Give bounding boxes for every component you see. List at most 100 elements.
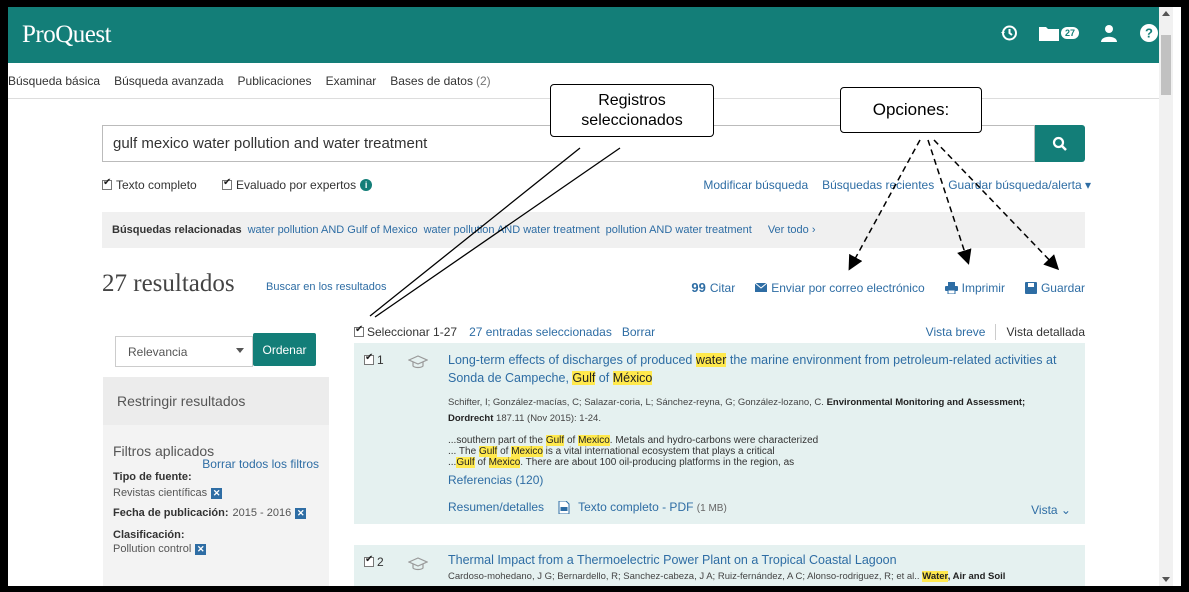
authors-text: Schifter, I; González-macías, C; Salazar… [448, 397, 827, 408]
sort-select[interactable]: Relevancia [115, 336, 253, 367]
snippet-highlight: Mexico [488, 457, 521, 468]
result-authors: Cardoso-mohedano, J G; Bernardello, R; S… [448, 569, 1068, 585]
nav-browse[interactable]: Examinar [326, 74, 377, 88]
search-query: gulf mexico water pollution and water tr… [113, 135, 428, 152]
snippet-highlight: Mexico [511, 446, 543, 457]
full-text-checkbox[interactable] [102, 177, 112, 190]
results-list-header: Seleccionar 1-27 27 entradas seleccionad… [354, 321, 1085, 343]
clear-selection-link[interactable]: Borrar [622, 325, 655, 339]
abstract-details-link[interactable]: Resumen/detalles [448, 500, 544, 514]
applied-filters-panel: Filtros aplicados Borrar todos los filtr… [103, 425, 329, 586]
title-part: of [595, 371, 613, 385]
cite-label: Citar [709, 280, 736, 295]
snippet-highlight: Mexico [578, 435, 610, 446]
see-all-link[interactable]: Ver todo › [768, 224, 816, 236]
related-search-2[interactable]: water pollution AND water treatment [424, 224, 600, 236]
pub-date-value: 2015 - 2016 [232, 507, 292, 519]
result-title-link[interactable]: Thermal Impact from a Thermoelectric Pow… [448, 551, 1068, 569]
select-all[interactable]: Seleccionar 1-27 [354, 324, 457, 339]
search-options-links: Modificar búsqueda Búsquedas recientes G… [703, 178, 1091, 192]
nav-basic-search[interactable]: Búsqueda básica [8, 74, 100, 88]
cite-button[interactable]: 99 Citar [691, 280, 735, 295]
brief-view-link[interactable]: Vista breve [926, 325, 986, 339]
print-label: Imprimir [961, 280, 1005, 295]
result-links: Resumen/detalles Texto completo - PDF (1… [448, 500, 727, 514]
selected-entries-link[interactable]: 27 entradas seleccionadas [469, 325, 612, 339]
result-item: 2 Thermal Impact from a Thermoelectric P… [354, 545, 1085, 586]
nav-databases-count: (2) [475, 73, 491, 88]
narrow-results-heading[interactable]: Restringir resultados [103, 377, 329, 425]
related-search-1[interactable]: water pollution AND Gulf of Mexico [248, 224, 418, 236]
info-icon[interactable]: i [360, 179, 373, 191]
view-divider [995, 324, 997, 340]
search-icon [1052, 136, 1067, 151]
search-button[interactable] [1035, 125, 1085, 162]
view-dropdown[interactable]: Vista ⌄ [1031, 503, 1071, 517]
options-callout: Opciones: [840, 87, 982, 133]
history-icon[interactable] [999, 23, 1019, 43]
nav-advanced-search[interactable]: Búsqueda avanzada [114, 74, 223, 88]
user-icon[interactable] [1099, 23, 1119, 43]
peer-reviewed-option[interactable]: Evaluado por expertos i [222, 177, 373, 192]
nav-databases[interactable]: Bases de datos (2) [390, 74, 504, 88]
result-title-link[interactable]: Long-term effects of discharges of produ… [448, 351, 1068, 387]
title-part: Long-term effects of discharges of produ… [448, 353, 696, 367]
peer-reviewed-label: Evaluado por expertos [236, 178, 357, 192]
scroll-up-icon[interactable] [1162, 11, 1170, 16]
snippet-highlight: Gulf [478, 446, 498, 457]
save-search-alert-label: Guardar búsqueda/alerta [948, 178, 1082, 192]
detailed-view-link[interactable]: Vista detallada [1006, 325, 1085, 339]
full-text-pdf-link[interactable]: Texto completo - PDF (1 MB) [578, 500, 727, 514]
full-text-option[interactable]: Texto completo [102, 177, 197, 192]
proquest-logo[interactable]: ProQuest [22, 21, 112, 49]
top-bar: ProQuest 27 ? [8, 7, 1173, 63]
print-button[interactable]: Imprimir [944, 280, 1005, 295]
result-checkbox[interactable] [364, 554, 374, 567]
result-item: 1 Long-term effects of discharges of pro… [354, 343, 1085, 524]
scroll-down-icon[interactable] [1162, 577, 1170, 582]
references-link[interactable]: Referencias (120) [448, 473, 543, 487]
help-icon[interactable]: ? [1139, 23, 1159, 43]
result-checkbox[interactable] [364, 352, 374, 365]
clear-all-filters-link[interactable]: Borrar todos los filtros [113, 457, 319, 471]
result-number: 1 [364, 352, 384, 367]
remove-filter-icon[interactable]: ✕ [295, 507, 307, 519]
remove-filter-icon[interactable]: ✕ [211, 487, 223, 499]
email-label: Enviar por correo electrónico [771, 280, 925, 295]
recent-searches-link[interactable]: Búsquedas recientes [822, 178, 934, 192]
nav-databases-label: Bases de datos [390, 73, 473, 88]
results-actions: 99 Citar Enviar por correo electrónico Im… [691, 280, 1085, 295]
results-count: 27 resultados [102, 270, 235, 297]
snippet-text: of [566, 435, 576, 446]
floppy-disk-icon [1024, 281, 1037, 294]
folder-count-badge: 27 [1060, 27, 1079, 39]
envelope-icon [755, 283, 768, 292]
sort-button[interactable]: Ordenar [253, 333, 316, 366]
source-type-filter: Revistas científicas ✕ [113, 487, 319, 499]
journal-highlight: Water [922, 571, 948, 582]
search-within-link[interactable]: Buscar en los resultados [266, 281, 386, 293]
sort-value: Relevancia [128, 345, 188, 359]
title-highlight: México [612, 371, 653, 385]
save-label: Guardar [1040, 280, 1085, 295]
save-search-alert-link[interactable]: Guardar búsqueda/alerta ▾ [948, 178, 1091, 192]
nav-publications[interactable]: Publicaciones [238, 74, 312, 88]
svg-text:?: ? [1145, 26, 1153, 41]
top-icons: 27 ? [999, 23, 1159, 43]
email-button[interactable]: Enviar por correo electrónico [755, 280, 925, 295]
snippet-3: ...Gulf of Mexico. There are about 100 o… [448, 457, 1068, 468]
result-authors: Schifter, I; González-macías, C; Salazar… [448, 395, 1068, 427]
remove-filter-icon[interactable]: ✕ [195, 543, 207, 555]
source-type-value: Revistas científicas [113, 487, 208, 499]
modify-search-link[interactable]: Modificar búsqueda [703, 178, 808, 192]
pdf-size: (1 MB) [696, 503, 727, 514]
related-search-3[interactable]: pollution AND water treatment [606, 224, 752, 236]
my-research-folder[interactable]: 27 [1038, 25, 1079, 41]
quote-icon: 99 [691, 280, 706, 295]
title-highlight: Gulf [572, 371, 596, 385]
peer-reviewed-checkbox[interactable] [222, 177, 232, 190]
save-button[interactable]: Guardar [1024, 280, 1085, 295]
select-all-checkbox[interactable] [354, 324, 364, 337]
scrollbar-thumb[interactable] [1161, 35, 1171, 95]
scrollbar[interactable] [1159, 7, 1173, 586]
